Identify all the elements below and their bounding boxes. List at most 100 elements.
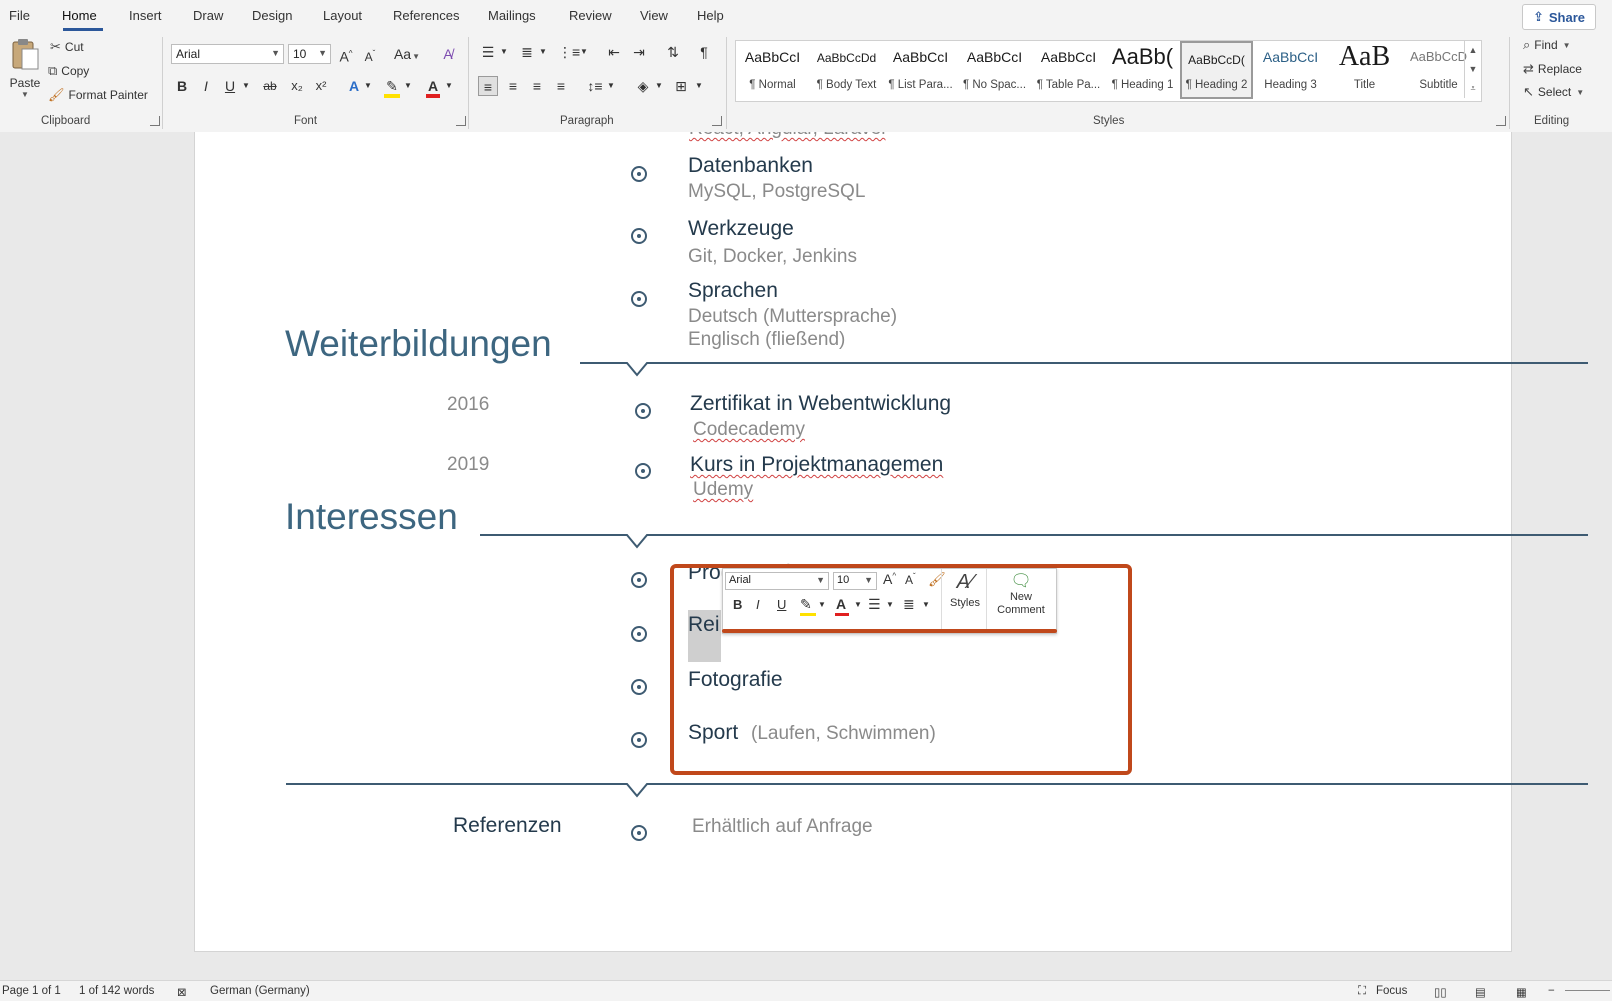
paintbrush-icon[interactable]: 🖌 <box>928 571 946 588</box>
chevron-down-icon[interactable]: ▼ <box>689 76 709 96</box>
tab-review[interactable]: Review <box>569 8 612 23</box>
highlighter-icon[interactable]: ✎ <box>800 596 812 613</box>
styles-launcher-icon[interactable] <box>1496 116 1506 126</box>
font-color-icon[interactable]: A <box>836 596 846 612</box>
zoom-slider[interactable] <box>1565 990 1610 991</box>
mini-size-combo[interactable]: 10 ▼ <box>833 572 877 590</box>
chevron-down-icon[interactable]: ▼ <box>601 76 621 96</box>
gallery-up-icon[interactable]: ▲ <box>1464 41 1481 60</box>
chevron-down-icon[interactable]: ▼ <box>398 76 418 96</box>
read-mode-icon[interactable]: ▯▯ <box>1434 985 1447 999</box>
tab-draw[interactable]: Draw <box>193 8 223 23</box>
grow-font-icon[interactable]: A^ <box>336 44 356 65</box>
increase-indent-icon[interactable]: ⇥ <box>629 42 649 62</box>
chevron-down-icon[interactable]: ▼ <box>494 42 514 62</box>
tab-layout[interactable]: Layout <box>323 8 362 23</box>
cut-button[interactable]: ✂ Cut <box>50 39 84 55</box>
word-count[interactable]: 1 of 142 words <box>79 985 154 997</box>
style-heading-3[interactable]: AaBbCcI Heading 3 <box>1254 41 1327 99</box>
clipboard-launcher-icon[interactable] <box>150 116 160 126</box>
underline-icon[interactable]: U <box>777 597 786 612</box>
tab-design[interactable]: Design <box>252 8 292 23</box>
justify-icon[interactable]: ≡ <box>551 76 571 96</box>
pilcrow-icon[interactable]: ¶ <box>694 42 714 62</box>
tab-home[interactable]: Home <box>62 8 97 23</box>
italic-icon[interactable]: I <box>756 597 760 612</box>
document-page[interactable]: React, Angular, Laravel Datenbanken MySQ… <box>194 132 1588 952</box>
borders-icon[interactable]: ⊞ <box>671 76 691 96</box>
align-right-icon[interactable]: ≡ <box>527 76 547 96</box>
tab-references[interactable]: References <box>393 8 459 23</box>
paragraph-launcher-icon[interactable] <box>712 116 722 126</box>
mini-font-combo[interactable]: Arial ▼ <box>725 572 829 590</box>
web-layout-icon[interactable]: ▦ <box>1516 985 1527 999</box>
tab-file[interactable]: File <box>9 8 30 23</box>
format-painter-button[interactable]: 🖌 Format Painter <box>48 87 148 103</box>
proofing-icon[interactable]: ⊠ <box>177 985 187 999</box>
share-button[interactable]: ⇪ Share <box>1521 4 1596 30</box>
align-left-icon[interactable]: ≡ <box>478 76 498 96</box>
tab-view[interactable]: View <box>640 8 668 23</box>
superscript-icon[interactable]: x² <box>311 76 331 96</box>
style-list-paragraph[interactable]: AaBbCcI ¶ List Para... <box>884 41 957 99</box>
zoom-out-icon[interactable]: − <box>1548 985 1555 997</box>
font-launcher-icon[interactable] <box>456 116 466 126</box>
copy-button[interactable]: ⧉ Copy <box>48 63 89 79</box>
timeline-bullet-icon <box>635 463 651 479</box>
bold-icon[interactable]: B <box>172 76 192 96</box>
gallery-more-icon[interactable]: ⩡ <box>1464 79 1481 98</box>
gallery-down-icon[interactable]: ▼ <box>1464 60 1481 79</box>
style-title[interactable]: AaB Title <box>1328 41 1401 99</box>
new-comment-button[interactable]: 🗨 New Comment <box>989 571 1053 617</box>
page-count[interactable]: Page 1 of 1 <box>2 985 61 997</box>
chevron-down-icon[interactable]: ▼ <box>818 600 826 609</box>
decrease-indent-icon[interactable]: ⇤ <box>604 42 624 62</box>
align-center-icon[interactable]: ≡ <box>503 76 523 96</box>
chevron-down-icon[interactable]: ▼ <box>649 76 669 96</box>
select-button[interactable]: ↖ Select ▼ <box>1523 84 1584 100</box>
find-button[interactable]: ⌕ Find ▼ <box>1523 37 1571 53</box>
italic-icon[interactable]: I <box>196 76 216 96</box>
numbering-icon[interactable]: ≣ <box>903 596 915 613</box>
style-body-text[interactable]: AaBbCcDd ¶ Body Text <box>810 41 883 99</box>
tab-insert[interactable]: Insert <box>129 8 162 23</box>
chevron-down-icon[interactable]: ▼ <box>886 600 894 609</box>
bullets-icon[interactable]: ☰ <box>868 596 881 613</box>
style-no-spacing[interactable]: AaBbCcI ¶ No Spac... <box>958 41 1031 99</box>
shrink-font-icon[interactable]: Aˇ <box>360 44 380 64</box>
mini-styles-button[interactable]: A⁄ Styles <box>945 571 985 609</box>
tab-mailings[interactable]: Mailings <box>488 8 536 23</box>
change-case-icon[interactable]: Aa▼ <box>392 44 422 64</box>
shrink-font-icon[interactable]: Aˇ <box>905 572 916 587</box>
grow-font-icon[interactable]: A^ <box>883 571 896 587</box>
style-normal[interactable]: AaBbCcI ¶ Normal <box>736 41 809 99</box>
strikethrough-icon[interactable]: ab <box>260 76 280 96</box>
sort-icon[interactable]: ⇅ <box>663 42 683 62</box>
chevron-down-icon[interactable]: ▼ <box>533 42 553 62</box>
chevron-down-icon[interactable]: ▼ <box>922 600 930 609</box>
subscript-icon[interactable]: x₂ <box>287 76 307 96</box>
chevron-down-icon[interactable]: ▼ <box>439 76 459 96</box>
style-heading-1[interactable]: AaBb( ¶ Heading 1 <box>1106 41 1179 99</box>
focus-label[interactable]: Focus <box>1376 985 1407 997</box>
style-table-paragraph[interactable]: AaBbCcI ¶ Table Pa... <box>1032 41 1105 99</box>
focus-icon[interactable]: ⛶ <box>1358 985 1366 998</box>
bold-icon[interactable]: B <box>733 597 742 612</box>
paste-button[interactable]: Paste ▼ <box>8 37 42 107</box>
chevron-down-icon[interactable]: ▼ <box>358 76 378 96</box>
replace-button[interactable]: ⇄ Replace <box>1523 61 1582 77</box>
menu-bar: File Home Insert Draw Design Layout Refe… <box>0 0 1612 31</box>
font-family-combo[interactable]: Arial ▼ <box>171 44 284 64</box>
language-status[interactable]: German (Germany) <box>210 985 310 997</box>
chevron-down-icon[interactable]: ▼ <box>574 42 594 62</box>
chevron-down-icon[interactable]: ▼ <box>236 76 256 96</box>
style-heading-2[interactable]: AaBbCcD( ¶ Heading 2 <box>1180 41 1253 99</box>
font-family-value: Arial <box>176 47 201 61</box>
chevron-down-icon[interactable]: ▼ <box>854 600 862 609</box>
style-name: ¶ Heading 2 <box>1185 79 1248 91</box>
style-name: ¶ Body Text <box>816 79 877 91</box>
clear-formatting-icon[interactable]: A̸ <box>438 44 458 64</box>
tab-help[interactable]: Help <box>697 8 724 23</box>
print-layout-icon[interactable]: ▤ <box>1475 985 1486 999</box>
font-size-combo[interactable]: 10 ▼ <box>288 44 331 64</box>
